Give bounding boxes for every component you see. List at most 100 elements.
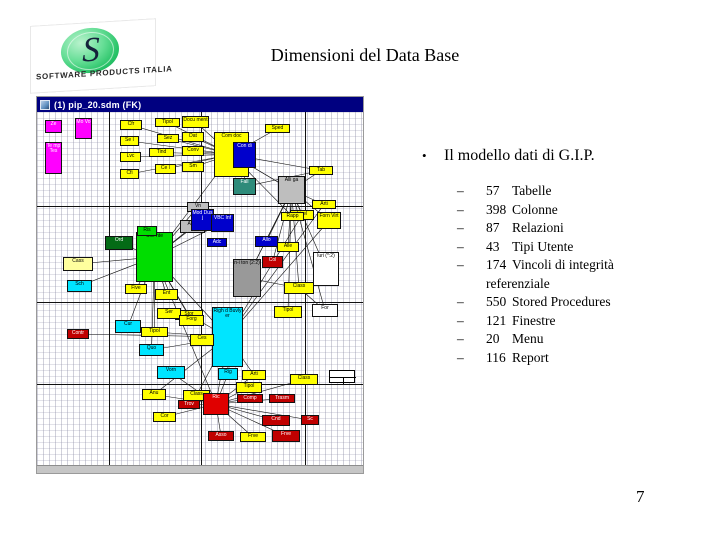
- entity-node[interactable]: Arti: [242, 370, 266, 380]
- entity-node[interactable]: Conv: [182, 146, 204, 156]
- entity-node[interactable]: Forn Virt: [317, 212, 341, 229]
- entity-node[interactable]: Tipol: [274, 306, 302, 318]
- sub-bullet-list: – 57 Tabelle – 398 Colonne – 87 Relazioni – 43 Tipi…: [414, 182, 694, 367]
- sub-bullet-label: Menu: [512, 331, 544, 346]
- entity-node[interactable]: For: [312, 304, 338, 317]
- entity-node[interactable]: Sch: [67, 280, 92, 292]
- entity-node[interactable]: Arti: [312, 200, 336, 209]
- entity-node[interactable]: Rapp: [281, 212, 304, 221]
- entity-node[interactable]: Ris: [137, 226, 157, 236]
- dash-glyph: –: [457, 238, 464, 254]
- entity-node[interactable]: Asso: [208, 431, 234, 441]
- entity-node[interactable]: Docu ment: [182, 116, 209, 128]
- entity-node[interactable]: Cfr: [120, 120, 142, 130]
- entity-node[interactable]: Te mp Tes: [45, 142, 62, 174]
- entity-node[interactable]: Se I: [120, 136, 139, 146]
- entity-node[interactable]: Tipol: [236, 382, 262, 393]
- entity-node[interactable]: Rig: [218, 368, 238, 380]
- window-title: (1) pip_20.sdm (FK): [54, 99, 142, 110]
- entity-node[interactable]: Cfi: [120, 169, 139, 179]
- entity-node[interactable]: Contr: [67, 329, 89, 339]
- entity-node[interactable]: Comp: [237, 394, 263, 403]
- entity-node[interactable]: Cass: [63, 257, 93, 271]
- page-break-horizontal: [37, 302, 363, 303]
- entity-node[interactable]: Tipol: [141, 327, 168, 337]
- entity-node[interactable]: Trov: [178, 400, 200, 409]
- entity-node[interactable]: Adc: [207, 238, 227, 247]
- sub-bullet-count: 20: [486, 331, 500, 346]
- sub-bullet-label: Vincoli di integrità: [512, 257, 614, 272]
- sub-bullet-item: – 121 Finestre: [414, 312, 694, 331]
- sub-bullet-item: – 398 Colonne: [414, 201, 694, 220]
- sub-bullet-item: – 87 Relazioni: [414, 219, 694, 238]
- sub-bullet-item: – 43 Tipi Utente: [414, 238, 694, 257]
- window-titlebar[interactable]: (1) pip_20.sdm (FK): [37, 97, 363, 112]
- entity-node[interactable]: Ze: [45, 120, 62, 133]
- entity-node[interactable]: luri (*:2): [313, 252, 339, 286]
- sub-bullet-count: 57: [486, 183, 500, 198]
- sub-bullet-item: – 174 Vincoli di integrità referenziale: [414, 256, 694, 293]
- content-bullet-list: • Il modello dati di G.I.P. – 57 Tabelle – 3…: [414, 146, 694, 367]
- dash-glyph: –: [457, 257, 464, 272]
- dash-glyph: –: [457, 349, 464, 365]
- dash-glyph: –: [457, 220, 464, 235]
- entity-node[interactable]: Dat: [182, 132, 204, 142]
- entity-node[interactable]: Fall: [233, 178, 256, 195]
- entity-node[interactable]: Five: [125, 284, 147, 294]
- entity-node[interactable]: Alle: [277, 242, 299, 252]
- sub-bullet-label: Tipi Utente: [512, 238, 574, 254]
- entity-node[interactable]: Ser: [157, 308, 181, 319]
- entity-node[interactable]: Tab: [309, 166, 333, 175]
- entity-node[interactable]: Quo: [139, 344, 164, 356]
- entity-node[interactable]: Cur: [115, 320, 141, 333]
- entity-node[interactable]: Ces: [190, 334, 214, 346]
- entity-node[interactable]: Sc: [301, 415, 319, 425]
- dash-glyph: –: [457, 312, 464, 328]
- entity-node[interactable]: Tipol: [155, 118, 180, 127]
- sub-bullet-item: – 116 Report: [414, 349, 694, 368]
- entity-node[interactable]: Lvc: [120, 152, 141, 162]
- entity-node[interactable]: Frve: [240, 432, 266, 442]
- slide-title: Dimensioni del Data Base: [270, 45, 460, 65]
- entity-node[interactable]: Allo: [255, 236, 278, 247]
- entity-node[interactable]: Frve: [272, 430, 300, 442]
- entity-node[interactable]: Anu: [142, 389, 166, 400]
- entity-node[interactable]: Class: [290, 374, 318, 385]
- entity-node[interactable]: Vorn: [157, 366, 185, 379]
- entity-node[interactable]: Clie nte: [136, 232, 173, 282]
- entity-node[interactable]: Sped: [265, 124, 290, 133]
- diagram-canvas[interactable]: Ze Mo Vo Te mp Tes Cfr Se I Lvc Cfi Tipol Sez Tin…: [37, 112, 363, 467]
- main-bullet-label: Il modello dati di G.I.P.: [444, 147, 595, 164]
- entity-node[interactable]: Trasm: [269, 394, 295, 403]
- entity-node[interactable]: Ric: [203, 393, 229, 415]
- sub-bullet-count: 550: [486, 294, 507, 309]
- entity-node[interactable]: Class: [284, 282, 314, 294]
- entity-node[interactable]: Con di: [233, 142, 256, 168]
- entity-node[interactable]: VBC Inf: [211, 214, 234, 232]
- sub-bullet-label: Relazioni: [512, 220, 564, 235]
- entity-node[interactable]: n-i ton (2:2): [233, 259, 261, 297]
- entity-node[interactable]: Col: [262, 256, 283, 268]
- entity-node[interactable]: Mo Vo: [75, 118, 92, 139]
- entity-node[interactable]: Forg: [179, 315, 204, 326]
- window-statusbar[interactable]: [37, 465, 363, 473]
- entity-node[interactable]: Sez: [157, 134, 179, 143]
- entity-node[interactable]: Ce I: [155, 164, 176, 174]
- entity-node[interactable]: Righ d Buvly er: [212, 307, 243, 367]
- entity-node[interactable]: Tind: [149, 148, 174, 157]
- entity-node[interactable]: Ent: [155, 289, 178, 300]
- sub-bullet-label: Stored Procedures: [512, 294, 611, 309]
- document-icon: [40, 99, 50, 110]
- entity-node[interactable]: Cnd: [262, 415, 290, 426]
- entity-node[interactable]: Ord: [105, 236, 133, 250]
- dash-glyph: –: [457, 294, 464, 309]
- sub-bullet-label: Colonne: [512, 201, 558, 217]
- entity-node[interactable]: Sm: [182, 162, 204, 172]
- entity-node[interactable]: Cor: [153, 412, 176, 422]
- sub-bullet-item: – 57 Tabelle: [414, 182, 694, 201]
- sub-bullet-count: 43: [486, 238, 500, 254]
- sub-bullet-item: – 550 Stored Procedures: [414, 293, 694, 312]
- sub-bullet-label: Tabelle: [512, 183, 552, 198]
- diagram-window[interactable]: (1) pip_20.sdm (FK) Ze Mo Vo Te mp Tes Cfr S…: [36, 96, 364, 474]
- entity-node[interactable]: Alli ga: [278, 176, 305, 204]
